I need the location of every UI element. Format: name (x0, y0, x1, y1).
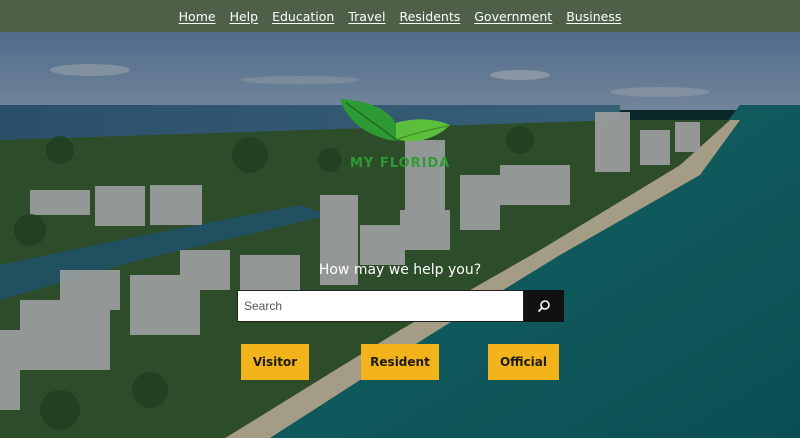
search-bar (237, 290, 564, 322)
nav-government[interactable]: Government (474, 9, 552, 24)
top-nav: Home Help Education Travel Residents Gov… (0, 0, 800, 32)
nav-help[interactable]: Help (230, 9, 259, 24)
nav-residents[interactable]: Residents (399, 9, 460, 24)
resident-button[interactable]: Resident (361, 344, 439, 380)
search-input[interactable] (237, 290, 524, 322)
nav-business[interactable]: Business (566, 9, 621, 24)
visitor-button[interactable]: Visitor (241, 344, 309, 380)
search-icon (537, 300, 550, 313)
help-prompt: How may we help you? (318, 262, 482, 278)
nav-home[interactable]: Home (179, 9, 216, 24)
logo-text: MY FLORIDA (350, 156, 451, 171)
official-button[interactable]: Official (488, 344, 559, 380)
search-button[interactable] (524, 290, 564, 322)
nav-education[interactable]: Education (272, 9, 334, 24)
nav-travel[interactable]: Travel (348, 9, 385, 24)
